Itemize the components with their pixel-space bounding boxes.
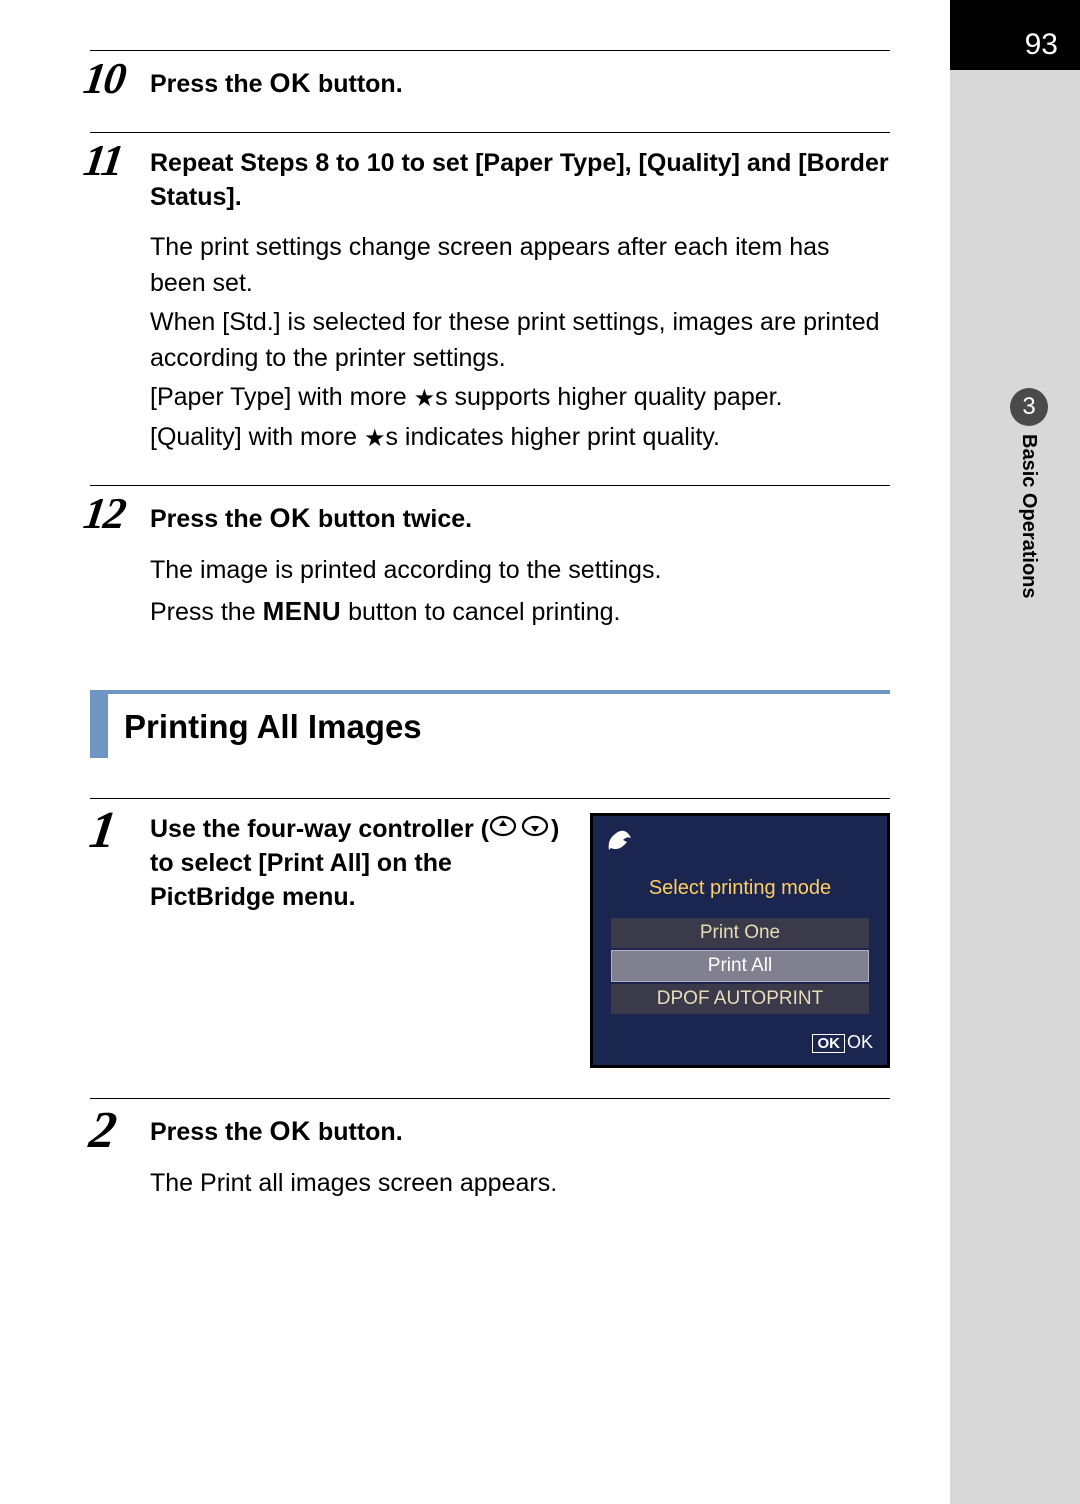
step-title: Repeat Steps 8 to 10 to set [Paper Type]… [150, 147, 890, 215]
step-title: Press the OK button. [150, 65, 890, 102]
step-number: 10 [81, 57, 143, 101]
step-title: Press the OK button twice. [150, 500, 890, 537]
ok-button-label: OK [270, 503, 312, 533]
text: [Quality] with more [150, 423, 364, 451]
step-12: 12 Press the OK button twice. The image … [90, 485, 890, 630]
section-heading-text: Printing All Images [108, 694, 422, 758]
text: button to cancel printing. [341, 598, 620, 626]
step-2: 2 Press the OK button. The Print all ima… [90, 1098, 890, 1201]
step-body-line: [Quality] with more ★s indicates higher … [150, 420, 890, 456]
step-11: 11 Repeat Steps 8 to 10 to set [Paper Ty… [90, 132, 890, 456]
section-heading-bar [90, 694, 108, 758]
right-sidebar: 93 3 Basic Operations [950, 0, 1080, 1504]
step-body-line: When [Std.] is selected for these print … [150, 305, 890, 376]
text: button twice. [311, 505, 472, 533]
ok-button-label: OK [270, 1116, 312, 1146]
screen-menu-item: DPOF AUTOPRINT [611, 984, 869, 1014]
step-number: 2 [86, 1105, 149, 1157]
step-body-line: The image is printed according to the se… [150, 553, 890, 589]
text: Press the [150, 505, 270, 533]
text: Press the [150, 598, 263, 626]
pictbridge-icon [605, 828, 635, 854]
screen-topbar [593, 826, 887, 867]
text: s supports higher quality paper. [435, 383, 782, 411]
step-title: Press the OK button. [150, 1113, 890, 1150]
step-body-line: The print settings change screen appears… [150, 230, 890, 301]
ok-box-icon: OK [812, 1034, 845, 1053]
four-way-up-down-icon [489, 814, 551, 848]
chapter-tab: 3 Basic Operations [1009, 388, 1049, 628]
screen-menu: Print One Print All DPOF AUTOPRINT [593, 918, 887, 1022]
page-number: 93 [950, 0, 1080, 70]
step-body-line: [Paper Type] with more ★s supports highe… [150, 380, 890, 416]
screen-footer: OKOK [593, 1022, 887, 1061]
step-body-line: Press the MENU button to cancel printing… [150, 593, 890, 631]
camera-screen: Select printing mode Print One Print All… [590, 813, 890, 1068]
screen-menu-item-selected: Print All [611, 950, 869, 982]
content-area: 10 Press the OK button. 11 Repeat Steps … [0, 50, 950, 1201]
text: Use the four-way controller ( [150, 815, 489, 843]
chapter-label: Basic Operations [1017, 434, 1040, 599]
step-body-line: The Print all images screen appears. [150, 1166, 890, 1202]
step-number: 1 [86, 805, 149, 857]
step-10: 10 Press the OK button. [90, 50, 890, 102]
ok-button-label: OK [270, 68, 312, 98]
section-heading: Printing All Images [90, 690, 890, 758]
step-number: 12 [81, 492, 143, 536]
text: button. [311, 1118, 403, 1146]
text: Press the [150, 70, 270, 98]
ok-text: OK [847, 1032, 873, 1052]
screen-menu-item: Print One [611, 918, 869, 948]
star-icon: ★ [414, 385, 436, 412]
text: Press the [150, 1118, 270, 1146]
text: [Paper Type] with more [150, 383, 414, 411]
step-1: 1 Use the four-way controller () to sele… [90, 798, 890, 1068]
step-title: Use the four-way controller () to select… [150, 813, 566, 915]
text: button. [311, 70, 403, 98]
manual-page: 10 Press the OK button. 11 Repeat Steps … [0, 0, 950, 1504]
chapter-number: 3 [1010, 388, 1048, 426]
step-number: 11 [81, 139, 143, 183]
screen-header: Select printing mode [593, 877, 887, 900]
menu-button-label: MENU [263, 596, 342, 626]
text: s indicates higher print quality. [385, 423, 719, 451]
star-icon: ★ [364, 425, 386, 452]
